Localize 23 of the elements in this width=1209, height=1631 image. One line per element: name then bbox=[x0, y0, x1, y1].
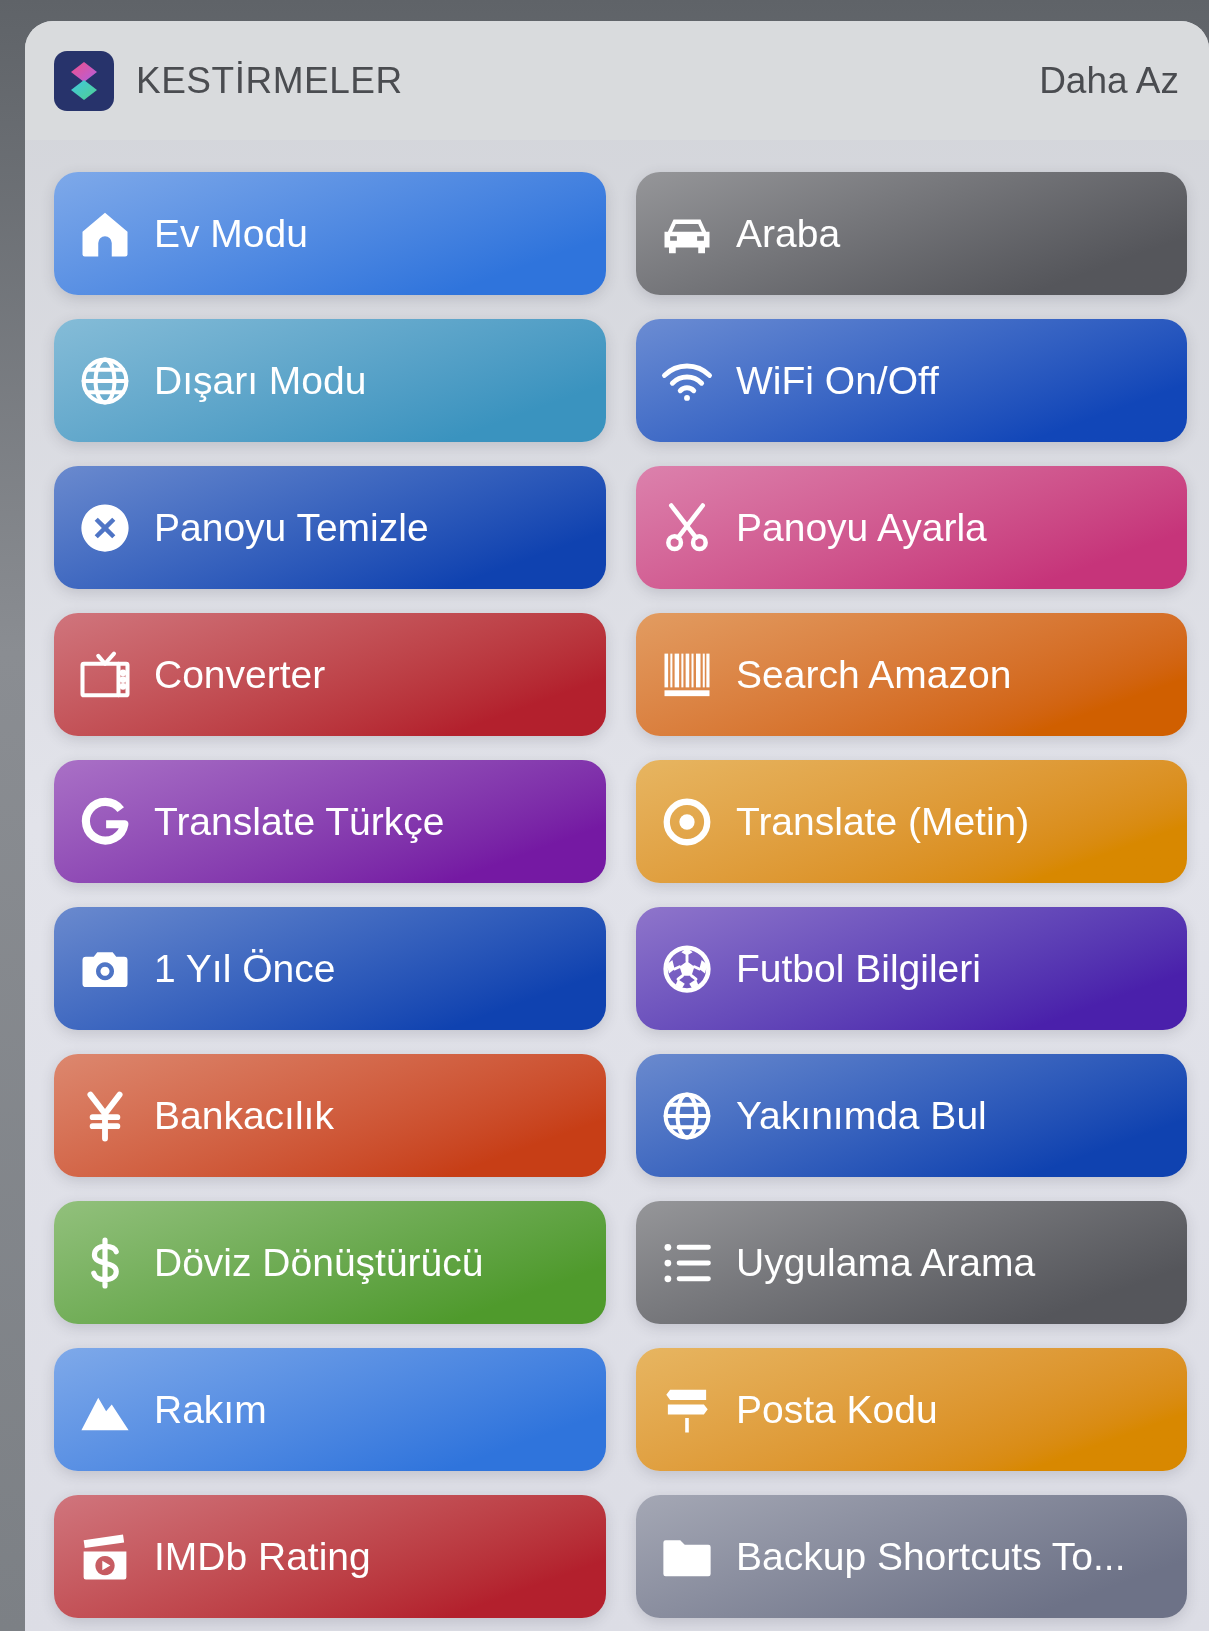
shortcut-button[interactable]: Döviz Dönüştürücü bbox=[54, 1201, 606, 1324]
show-less-link[interactable]: Daha Az bbox=[1039, 59, 1179, 102]
shortcut-button[interactable]: Translate Türkçe bbox=[54, 760, 606, 883]
app-icon bbox=[54, 50, 114, 111]
shortcut-button[interactable]: Panoyu Ayarla bbox=[636, 466, 1187, 589]
shortcut-button[interactable]: Posta Kodu bbox=[636, 1348, 1187, 1471]
shortcut-button[interactable]: Dışarı Modu bbox=[54, 319, 606, 442]
widget-title: KESTİRMELER bbox=[136, 59, 403, 102]
shortcut-button[interactable]: Yakınımda Bul bbox=[636, 1054, 1187, 1177]
shortcut-button[interactable]: Translate (Metin) bbox=[636, 760, 1187, 883]
shortcut-button[interactable]: Uygulama Arama bbox=[636, 1201, 1187, 1324]
shortcut-button[interactable]: Bankacılık bbox=[54, 1054, 606, 1177]
shortcut-button[interactable]: WiFi On/Off bbox=[636, 319, 1187, 442]
shortcut-button[interactable]: Backup Shortcuts To... bbox=[636, 1495, 1187, 1618]
shortcut-button[interactable]: Futbol Bilgileri bbox=[636, 907, 1187, 1030]
shortcut-button[interactable]: Araba bbox=[636, 172, 1187, 295]
shortcut-button[interactable]: Converter bbox=[54, 613, 606, 736]
shortcut-button[interactable]: Rakım bbox=[54, 1348, 606, 1471]
shortcut-button[interactable]: IMDb Rating bbox=[54, 1495, 606, 1618]
shortcut-button[interactable]: Panoyu Temizle bbox=[54, 466, 606, 589]
shortcut-button[interactable]: Search Amazon bbox=[636, 613, 1187, 736]
shortcut-button[interactable]: 1 Yıl Önce bbox=[54, 907, 606, 1030]
shortcut-button[interactable]: Ev Modu bbox=[54, 172, 606, 295]
